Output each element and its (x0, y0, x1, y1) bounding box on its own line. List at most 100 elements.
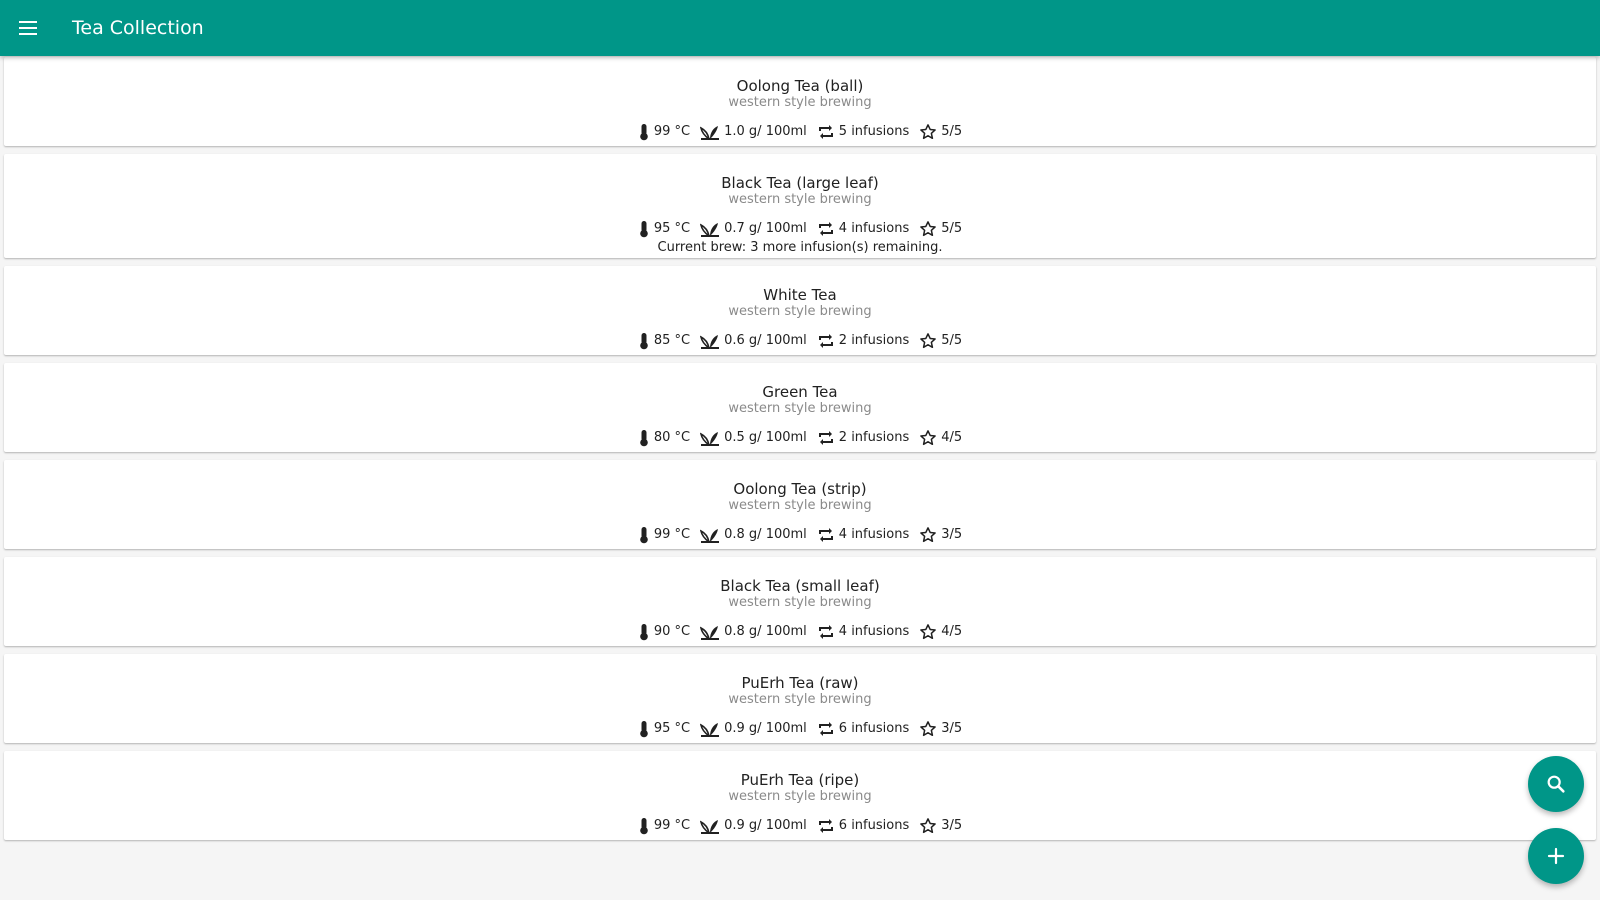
tea-stats: 95 °C 0.9 g/ 100ml 6 infusions 3/5 (4, 720, 1596, 738)
infusions-value: 6 infusions (838, 721, 910, 736)
rating-stat: 5/5 (919, 123, 962, 141)
rating-stat: 3/5 (919, 720, 962, 738)
amount-stat: 0.9 g/ 100ml (700, 817, 807, 835)
rating-value: 3/5 (941, 818, 963, 833)
add-tea-fab-button[interactable] (1528, 828, 1584, 884)
infusions-value: 4 infusions (838, 527, 910, 542)
tea-style: western style brewing (728, 95, 872, 110)
leaf-icon (700, 723, 720, 737)
infusions-stat: 4 infusions (817, 623, 909, 641)
leaf-icon (700, 126, 720, 140)
infusions-value: 6 infusions (838, 818, 910, 833)
temperature-value: 99 °C (653, 124, 691, 139)
brew-status: Current brew: 3 more infusion(s) remaini… (657, 240, 943, 255)
tea-name: PuErh Tea (ripe) (740, 771, 860, 789)
tea-style: western style brewing (728, 692, 872, 707)
tea-list: Oolong Tea (ball) western style brewing … (4, 57, 1596, 848)
tea-style: western style brewing (728, 304, 872, 319)
thermometer-icon (640, 818, 648, 835)
amount-stat: 1.0 g/ 100ml (700, 123, 807, 141)
infusions-value: 4 infusions (838, 221, 910, 236)
repeat-icon (818, 528, 833, 542)
rating-stat: 4/5 (919, 623, 962, 641)
temperature-value: 80 °C (653, 430, 691, 445)
infusions-stat: 4 infusions (817, 526, 909, 544)
amount-value: 0.7 g/ 100ml (724, 221, 807, 236)
infusions-value: 5 infusions (838, 124, 910, 139)
temperature-value: 90 °C (653, 624, 691, 639)
tea-card[interactable]: Green Tea western style brewing 80 °C 0.… (4, 363, 1596, 452)
rating-value: 5/5 (941, 124, 963, 139)
menu-button[interactable] (0, 0, 56, 56)
tea-card[interactable]: Black Tea (large leaf) western style bre… (4, 154, 1596, 258)
repeat-icon (818, 334, 833, 348)
search-fab-button[interactable] (1528, 756, 1584, 812)
tea-name: Black Tea (small leaf) (720, 577, 880, 595)
thermometer-icon (640, 124, 648, 141)
leaf-icon (700, 820, 720, 834)
amount-value: 0.6 g/ 100ml (724, 333, 807, 348)
repeat-icon (818, 431, 833, 445)
amount-value: 0.9 g/ 100ml (724, 818, 807, 833)
tea-stats: 99 °C 0.8 g/ 100ml 4 infusions 3/5 (4, 526, 1596, 544)
leaf-icon (700, 432, 720, 446)
rating-stat: 3/5 (919, 526, 962, 544)
temperature-stat: 99 °C (638, 526, 690, 544)
infusions-stat: 5 infusions (817, 123, 909, 141)
tea-card[interactable]: PuErh Tea (ripe) western style brewing 9… (4, 751, 1596, 840)
star-outline-icon (920, 124, 937, 140)
tea-name: Black Tea (large leaf) (721, 174, 879, 192)
tea-stats: 90 °C 0.8 g/ 100ml 4 infusions 4/5 (4, 623, 1596, 641)
thermometer-icon (640, 221, 648, 238)
repeat-icon (818, 222, 833, 236)
tea-card[interactable]: Oolong Tea (strip) western style brewing… (4, 460, 1596, 549)
tea-style: western style brewing (728, 789, 872, 804)
rating-value: 3/5 (941, 721, 963, 736)
rating-value: 3/5 (941, 527, 963, 542)
repeat-icon (818, 625, 833, 639)
amount-stat: 0.8 g/ 100ml (700, 526, 807, 544)
temperature-value: 85 °C (653, 333, 691, 348)
leaf-icon (700, 223, 720, 237)
infusions-value: 2 infusions (838, 430, 910, 445)
infusions-value: 2 infusions (838, 333, 910, 348)
tea-card[interactable]: PuErh Tea (raw) western style brewing 95… (4, 654, 1596, 743)
tea-style: western style brewing (728, 401, 872, 416)
infusions-stat: 6 infusions (817, 817, 909, 835)
star-outline-icon (920, 221, 937, 237)
tea-name: Green Tea (762, 383, 838, 401)
temperature-value: 95 °C (653, 721, 691, 736)
tea-style: western style brewing (728, 595, 872, 610)
tea-name: PuErh Tea (raw) (741, 674, 859, 692)
temperature-stat: 90 °C (638, 623, 690, 641)
tea-card[interactable]: White Tea western style brewing 85 °C 0.… (4, 266, 1596, 355)
tea-card[interactable]: Black Tea (small leaf) western style bre… (4, 557, 1596, 646)
star-outline-icon (920, 527, 937, 543)
amount-stat: 0.6 g/ 100ml (700, 332, 807, 350)
amount-value: 0.9 g/ 100ml (724, 721, 807, 736)
thermometer-icon (640, 721, 648, 738)
tea-style: western style brewing (728, 192, 872, 207)
thermometer-icon (640, 430, 648, 447)
rating-value: 5/5 (941, 221, 963, 236)
tea-stats: 99 °C 0.9 g/ 100ml 6 infusions 3/5 (4, 817, 1596, 835)
rating-value: 4/5 (941, 624, 963, 639)
temperature-stat: 99 °C (638, 817, 690, 835)
infusions-stat: 2 infusions (817, 332, 909, 350)
rating-stat: 3/5 (919, 817, 962, 835)
infusions-stat: 2 infusions (817, 429, 909, 447)
tea-name: Oolong Tea (ball) (736, 77, 864, 95)
amount-stat: 0.7 g/ 100ml (700, 220, 807, 238)
amount-stat: 0.5 g/ 100ml (700, 429, 807, 447)
tea-stats: 99 °C 1.0 g/ 100ml 5 infusions 5/5 (4, 123, 1596, 141)
tea-stats: 85 °C 0.6 g/ 100ml 2 infusions 5/5 (4, 332, 1596, 350)
amount-stat: 0.9 g/ 100ml (700, 720, 807, 738)
amount-value: 0.8 g/ 100ml (724, 527, 807, 542)
infusions-stat: 4 infusions (817, 220, 909, 238)
rating-stat: 5/5 (919, 220, 962, 238)
amount-value: 0.8 g/ 100ml (724, 624, 807, 639)
temperature-stat: 85 °C (638, 332, 690, 350)
repeat-icon (818, 722, 833, 736)
tea-name: Oolong Tea (strip) (733, 480, 867, 498)
tea-card[interactable]: Oolong Tea (ball) western style brewing … (4, 57, 1596, 146)
